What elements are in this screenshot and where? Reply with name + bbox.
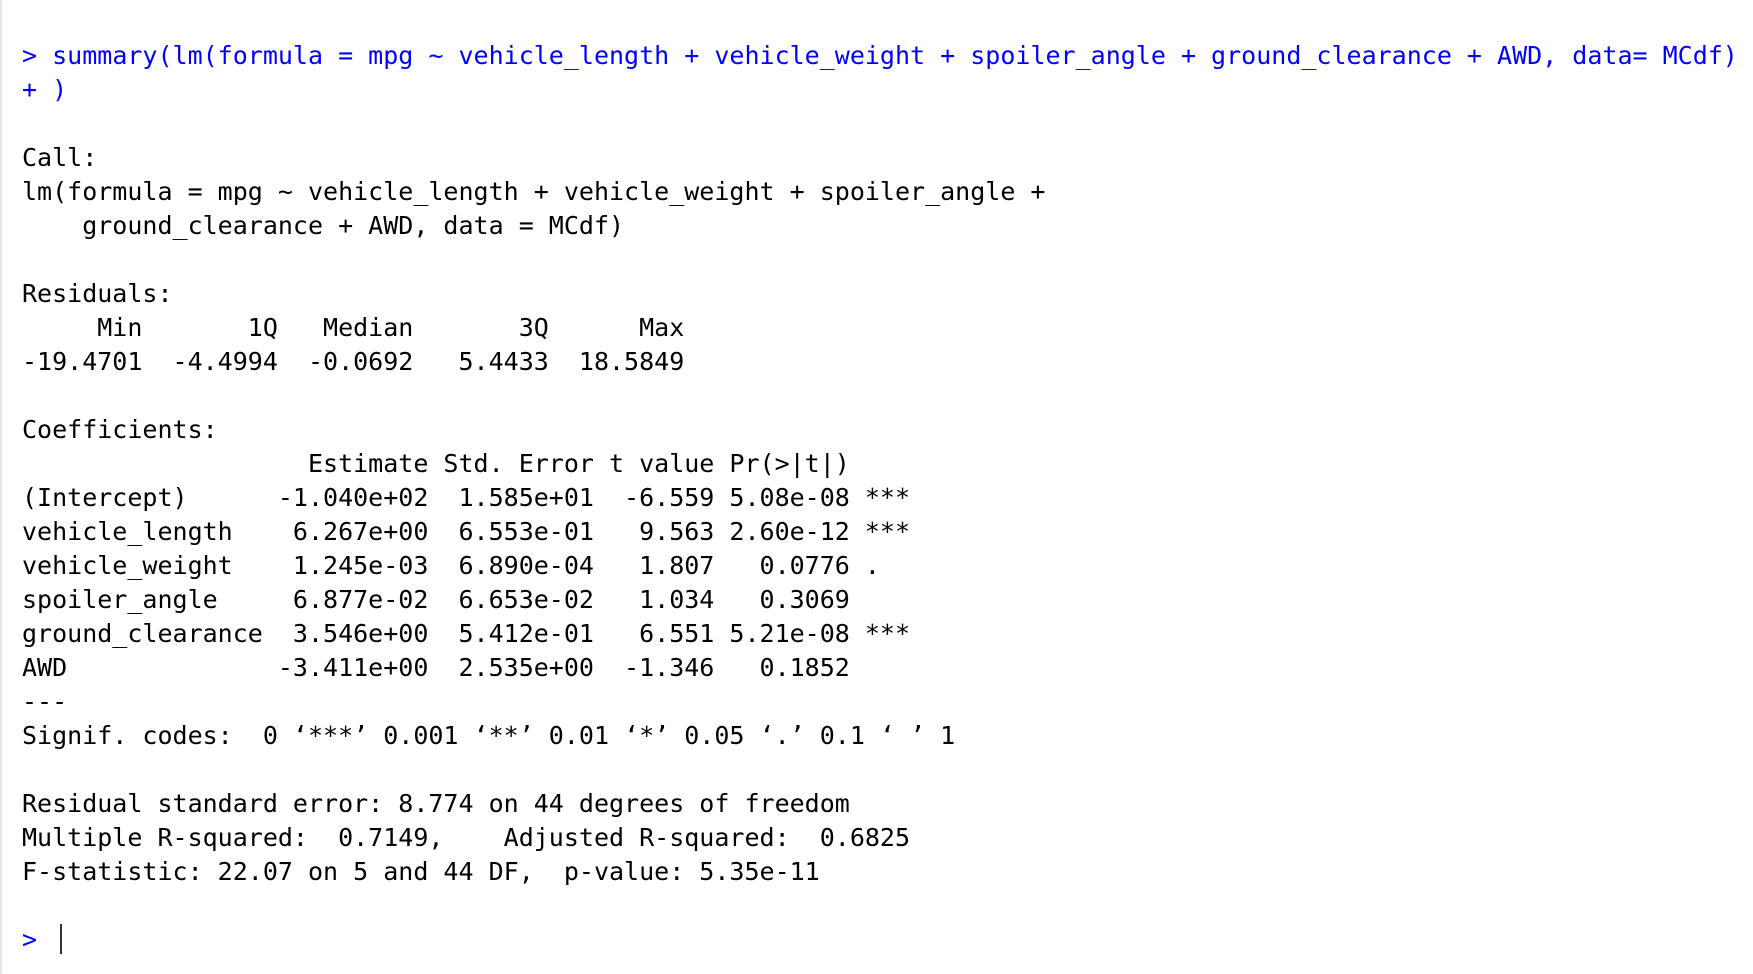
residuals-header: Residuals: [22, 279, 173, 308]
continuation-text: ) [52, 75, 68, 104]
final-prompt: > [22, 925, 53, 954]
coefficient-row-intercept: (Intercept) -1.040e+02 1.585e+01 -6.559 … [22, 483, 911, 512]
call-header: Call: [22, 143, 98, 172]
call-line-1: lm(formula = mpg ~ vehicle_length + vehi… [22, 177, 1061, 206]
coefficient-row-ground-clearance: ground_clearance 3.546e+00 5.412e-01 6.5… [22, 619, 911, 648]
coefficient-row-spoiler-angle: spoiler_angle 6.877e-02 6.653e-02 1.034 … [22, 585, 911, 614]
residuals-values: -19.4701 -4.4994 -0.0692 5.4433 18.5849 [22, 347, 700, 376]
signif-codes-line: Signif. codes: 0 ‘***’ 0.001 ‘**’ 0.01 ‘… [22, 721, 956, 750]
command-line: > summary(lm(formula = mpg ~ vehicle_len… [22, 39, 1738, 73]
coefficient-row-awd: AWD -3.411e+00 2.535e+00 -1.346 0.1852 [22, 653, 911, 682]
r-console[interactable]: > summary(lm(formula = mpg ~ vehicle_len… [0, 0, 1753, 974]
r-squared-line: Multiple R-squared: 0.7149, Adjusted R-s… [22, 823, 926, 852]
console-output: > summary(lm(formula = mpg ~ vehicle_len… [22, 39, 1738, 957]
input-line[interactable]: > [22, 923, 1738, 957]
coefficient-row-vehicle-weight: vehicle_weight 1.245e-03 6.890e-04 1.807… [22, 551, 911, 580]
text-cursor [60, 924, 63, 954]
coefficient-row-vehicle-length: vehicle_length 6.267e+00 6.553e-01 9.563… [22, 517, 911, 546]
f-statistic-line: F-statistic: 22.07 on 5 and 44 DF, p-val… [22, 857, 820, 886]
coefficients-header: Coefficients: [22, 415, 218, 444]
command-prompt: > [22, 41, 53, 70]
residuals-column-headers: Min 1Q Median 3Q Max [22, 313, 700, 342]
separator-line: --- [22, 687, 68, 716]
call-line-2: ground_clearance + AWD, data = MCdf) [22, 211, 625, 240]
continuation-prompt: + [22, 75, 53, 104]
command-text: summary(lm(formula = mpg ~ vehicle_lengt… [52, 41, 1738, 70]
residual-standard-error-line: Residual standard error: 8.774 on 44 deg… [22, 789, 850, 818]
continuation-line: + ) [22, 73, 1738, 107]
coefficients-column-headers: Estimate Std. Error t value Pr(>|t|) [22, 449, 911, 478]
